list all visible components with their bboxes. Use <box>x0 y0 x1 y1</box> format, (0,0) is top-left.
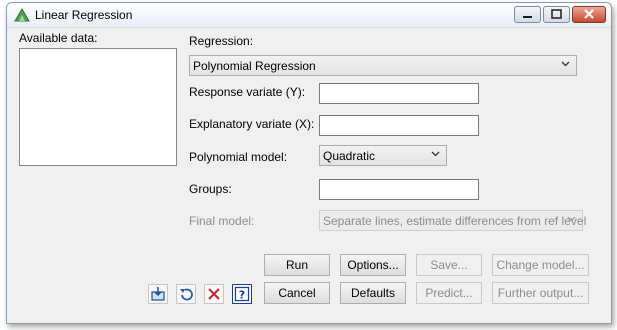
further-output-button[interactable]: Further output... <box>492 282 589 304</box>
title-bar[interactable]: Linear Regression <box>7 3 611 28</box>
chevron-down-icon <box>561 61 570 67</box>
available-data-label: Available data: <box>19 31 98 45</box>
minimize-button[interactable] <box>514 6 541 23</box>
help-icon: ? <box>234 286 250 302</box>
close-button[interactable] <box>572 6 606 23</box>
minimize-icon <box>523 16 532 18</box>
available-data-list[interactable] <box>19 48 177 166</box>
undo-button[interactable] <box>176 284 196 304</box>
clear-button[interactable] <box>204 284 224 304</box>
polynomial-model-label: Polynomial model: <box>189 150 288 164</box>
final-model-label: Final model: <box>189 214 255 228</box>
app-logo-icon <box>14 8 30 22</box>
regression-select-value: Polynomial Regression <box>193 59 316 73</box>
window-title: Linear Regression <box>35 8 133 22</box>
polynomial-model-select[interactable]: Quadratic <box>319 145 447 166</box>
cancel-button[interactable]: Cancel <box>264 282 330 304</box>
maximize-button[interactable] <box>543 6 570 23</box>
explanatory-variate-input[interactable] <box>319 115 479 136</box>
run-button[interactable]: Run <box>264 254 330 276</box>
regression-label: Regression: <box>189 34 254 48</box>
predict-button[interactable]: Predict... <box>416 282 482 304</box>
regression-select[interactable]: Polynomial Regression <box>189 55 577 76</box>
close-icon <box>584 9 594 19</box>
groups-label: Groups: <box>189 182 232 196</box>
maximize-icon <box>551 9 562 19</box>
pin-icon <box>151 287 165 301</box>
chevron-down-icon <box>431 151 440 157</box>
final-model-value: Separate lines, estimate differences fro… <box>323 214 587 228</box>
response-label: Response variate (Y): <box>189 85 306 99</box>
chevron-down-icon <box>567 216 576 222</box>
final-model-select[interactable]: Separate lines, estimate differences fro… <box>319 210 587 231</box>
save-button[interactable]: Save... <box>416 254 482 276</box>
polynomial-model-value: Quadratic <box>323 149 376 163</box>
change-model-button[interactable]: Change model... <box>492 254 589 276</box>
help-button[interactable]: ? <box>232 284 252 304</box>
dialog-window: Linear Regression Available data: Regres… <box>6 2 612 324</box>
undo-icon <box>180 288 193 301</box>
options-button[interactable]: Options... <box>340 254 406 276</box>
svg-text:?: ? <box>239 289 245 302</box>
defaults-button[interactable]: Defaults <box>340 282 406 304</box>
explanatory-label: Explanatory variate (X): <box>189 117 315 131</box>
pin-button[interactable] <box>148 284 168 304</box>
clear-icon <box>208 288 220 300</box>
groups-input[interactable] <box>319 179 479 200</box>
response-variate-input[interactable] <box>319 83 479 104</box>
